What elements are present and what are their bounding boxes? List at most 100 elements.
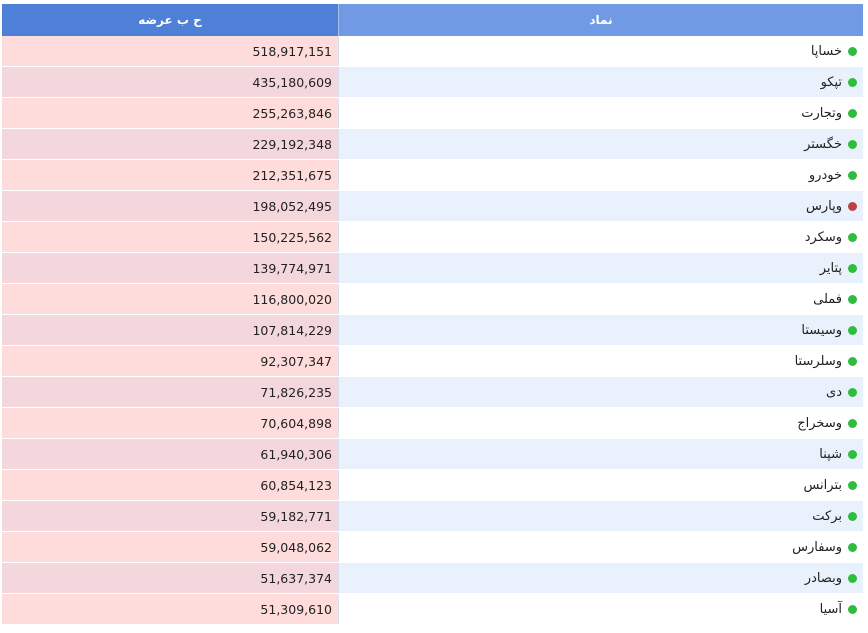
symbol-cell[interactable]: وبصادر xyxy=(338,563,863,593)
table-row[interactable]: 255,263,846 وتجارت xyxy=(2,98,863,129)
symbol-cell[interactable]: آسیا xyxy=(338,594,863,624)
supply-value-cell: 212,351,675 xyxy=(2,160,338,190)
status-dot-green-icon xyxy=(848,604,857,614)
symbol-label: بترانس xyxy=(803,477,842,493)
symbol-cell[interactable]: وسفارس xyxy=(338,532,863,562)
symbol-label: وسکرد xyxy=(804,229,842,245)
table-row[interactable]: 59,048,062 وسفارس xyxy=(2,532,863,563)
table-row[interactable]: 51,637,374 وبصادر xyxy=(2,563,863,594)
status-dot-green-icon xyxy=(848,46,857,56)
supply-value-cell: 198,052,495 xyxy=(2,191,338,221)
table-header: ح ب عرضه نماد xyxy=(2,4,863,36)
table-row[interactable]: 107,814,229 وسیستا xyxy=(2,315,863,346)
status-dot-green-icon xyxy=(848,449,857,459)
table-row[interactable]: 518,917,151 خساپا xyxy=(2,36,863,67)
symbol-cell[interactable]: فملی xyxy=(338,284,863,314)
symbol-cell[interactable]: وپارس xyxy=(338,191,863,221)
symbol-label: وبصادر xyxy=(804,570,842,586)
supply-value-cell: 59,048,062 xyxy=(2,532,338,562)
supply-value-cell: 107,814,229 xyxy=(2,315,338,345)
column-header-symbol[interactable]: نماد xyxy=(338,4,863,36)
status-dot-green-icon xyxy=(848,356,857,366)
status-dot-green-icon xyxy=(848,511,857,521)
supply-value-cell: 92,307,347 xyxy=(2,346,338,376)
status-dot-green-icon xyxy=(848,387,857,397)
symbol-label: وسخراج xyxy=(797,415,842,431)
symbol-label: تپکو xyxy=(820,74,842,90)
symbol-label: فملی xyxy=(813,291,842,307)
symbol-cell[interactable]: بترانس xyxy=(338,470,863,500)
symbol-label: وسفارس xyxy=(792,539,842,555)
symbol-label: خودرو xyxy=(808,167,842,183)
symbol-cell[interactable]: تپکو xyxy=(338,67,863,97)
supply-value-cell: 229,192,348 xyxy=(2,129,338,159)
table-row[interactable]: 61,940,306 شپنا xyxy=(2,439,863,470)
table-row[interactable]: 435,180,609 تپکو xyxy=(2,67,863,98)
table-row[interactable]: 229,192,348 خگستر xyxy=(2,129,863,160)
supply-value-cell: 255,263,846 xyxy=(2,98,338,128)
symbol-cell[interactable]: خساپا xyxy=(338,36,863,66)
status-dot-green-icon xyxy=(848,170,857,180)
table-row[interactable]: 150,225,562 وسکرد xyxy=(2,222,863,253)
status-dot-green-icon xyxy=(848,139,857,149)
symbol-label: خساپا xyxy=(810,43,842,59)
supply-value-cell: 59,182,771 xyxy=(2,501,338,531)
table-row[interactable]: 71,826,235 دی xyxy=(2,377,863,408)
table-row[interactable]: 59,182,771 برکت xyxy=(2,501,863,532)
symbol-cell[interactable]: خودرو xyxy=(338,160,863,190)
table-row[interactable]: 139,774,971 پتایر xyxy=(2,253,863,284)
table-row[interactable]: 116,800,020 فملی xyxy=(2,284,863,315)
symbol-label: برکت xyxy=(812,508,842,524)
symbol-label: وسیستا xyxy=(801,322,842,338)
status-dot-green-icon xyxy=(848,542,857,552)
status-dot-green-icon xyxy=(848,77,857,87)
supply-value-cell: 51,309,610 xyxy=(2,594,338,624)
column-header-supply[interactable]: ح ب عرضه xyxy=(2,4,338,36)
supply-value-cell: 60,854,123 xyxy=(2,470,338,500)
symbol-label: وپارس xyxy=(805,198,842,214)
symbol-cell[interactable]: وسلرستا xyxy=(338,346,863,376)
symbol-label: وسلرستا xyxy=(794,353,842,369)
table-row[interactable]: 60,854,123 بترانس xyxy=(2,470,863,501)
symbol-cell[interactable]: دی xyxy=(338,377,863,407)
table-body: 518,917,151 خساپا 435,180,609 تپکو 255,263,8… xyxy=(2,36,863,625)
symbol-cell[interactable]: وسخراج xyxy=(338,408,863,438)
status-dot-green-icon xyxy=(848,418,857,428)
symbol-cell[interactable]: پتایر xyxy=(338,253,863,283)
status-dot-green-icon xyxy=(848,480,857,490)
supply-value-cell: 139,774,971 xyxy=(2,253,338,283)
table-row[interactable]: 198,052,495 وپارس xyxy=(2,191,863,222)
supply-value-cell: 61,940,306 xyxy=(2,439,338,469)
symbol-label: وتجارت xyxy=(801,105,842,121)
symbol-cell[interactable]: برکت xyxy=(338,501,863,531)
table-row[interactable]: 70,604,898 وسخراج xyxy=(2,408,863,439)
symbol-label: دی xyxy=(826,384,842,400)
supply-value-cell: 150,225,562 xyxy=(2,222,338,252)
symbol-label: خگستر xyxy=(804,136,842,152)
status-dot-red-icon xyxy=(848,201,857,211)
symbol-cell[interactable]: خگستر xyxy=(338,129,863,159)
status-dot-green-icon xyxy=(848,325,857,335)
supply-value-cell: 71,826,235 xyxy=(2,377,338,407)
status-dot-green-icon xyxy=(848,263,857,273)
table-row[interactable]: 92,307,347 وسلرستا xyxy=(2,346,863,377)
status-dot-green-icon xyxy=(848,573,857,583)
supply-value-cell: 518,917,151 xyxy=(2,36,338,66)
symbol-cell[interactable]: شپنا xyxy=(338,439,863,469)
symbol-cell[interactable]: وتجارت xyxy=(338,98,863,128)
symbol-label: شپنا xyxy=(819,446,842,462)
supply-value-cell: 51,637,374 xyxy=(2,563,338,593)
symbol-cell[interactable]: وسکرد xyxy=(338,222,863,252)
symbol-cell[interactable]: وسیستا xyxy=(338,315,863,345)
status-dot-green-icon xyxy=(848,294,857,304)
data-table: ح ب عرضه نماد 518,917,151 خساپا 435,180,60… xyxy=(2,4,863,625)
table-row[interactable]: 51,309,610 آسیا xyxy=(2,594,863,625)
symbol-label: پتایر xyxy=(819,260,842,276)
supply-value-cell: 435,180,609 xyxy=(2,67,338,97)
symbol-label: آسیا xyxy=(819,601,842,617)
status-dot-green-icon xyxy=(848,108,857,118)
supply-value-cell: 116,800,020 xyxy=(2,284,338,314)
supply-value-cell: 70,604,898 xyxy=(2,408,338,438)
table-row[interactable]: 212,351,675 خودرو xyxy=(2,160,863,191)
status-dot-green-icon xyxy=(848,232,857,242)
